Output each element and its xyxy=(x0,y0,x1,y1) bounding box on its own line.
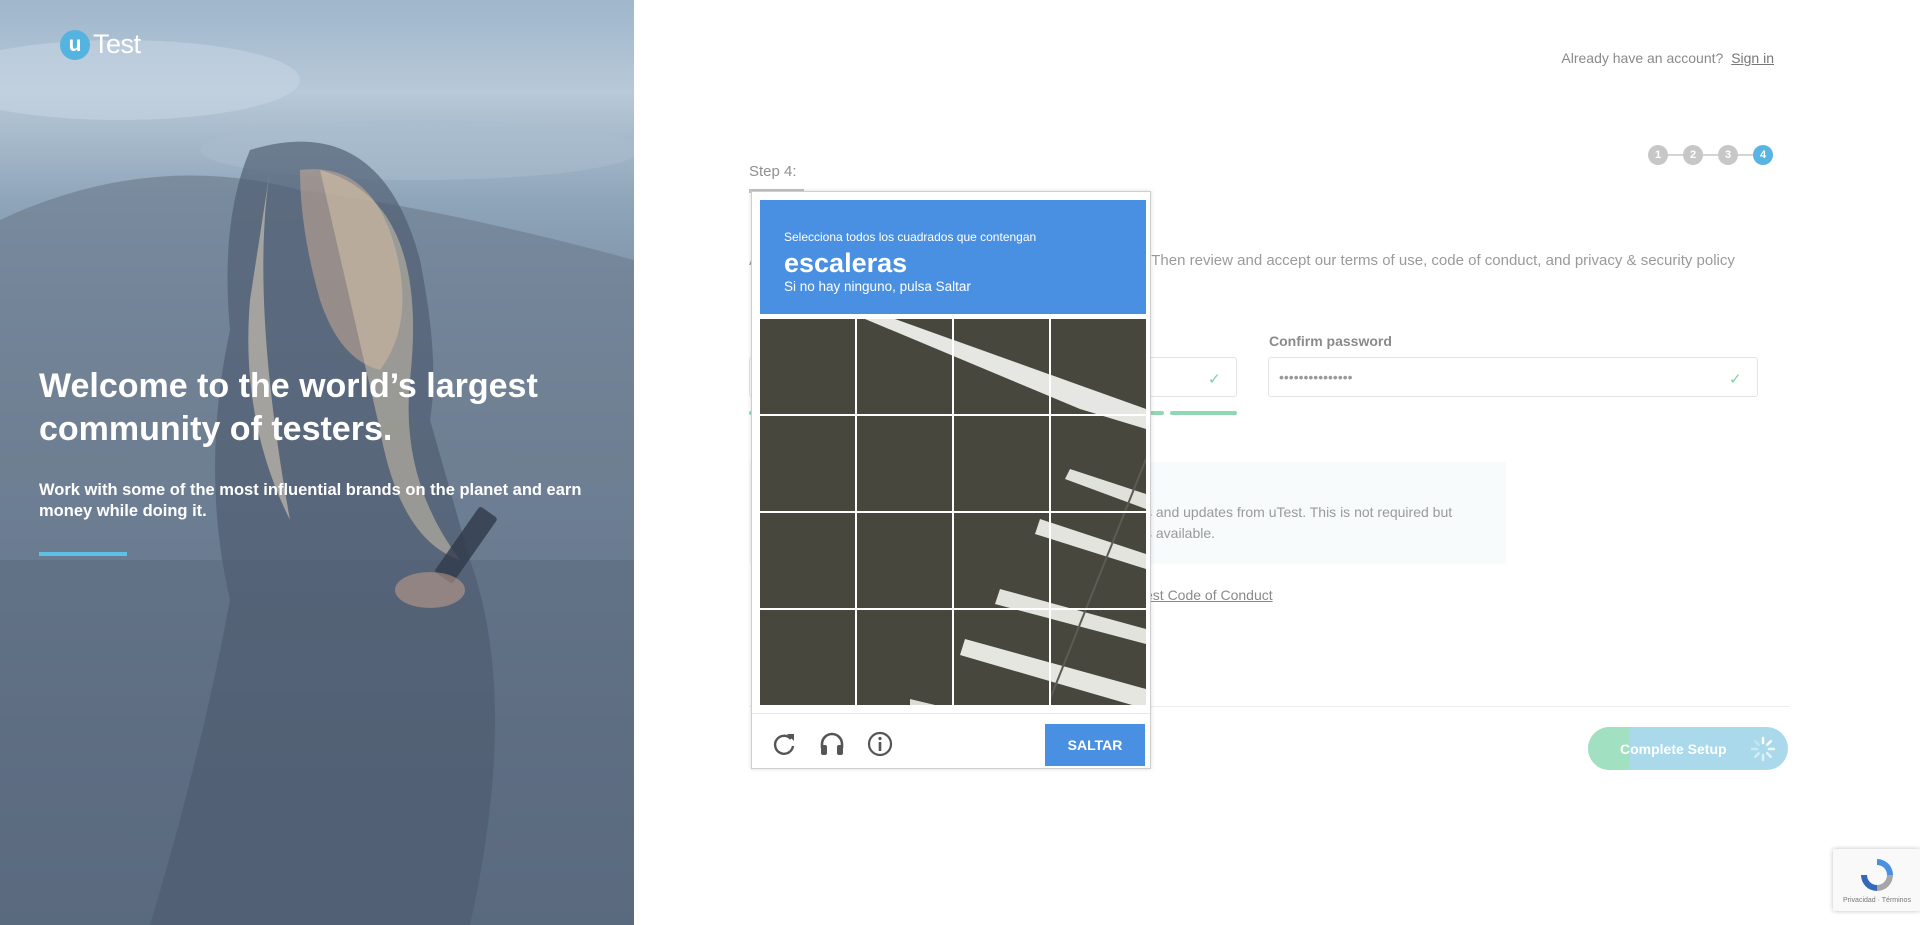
captcha-photo xyxy=(857,610,952,705)
step-connector xyxy=(1738,154,1753,156)
captcha-photo xyxy=(954,319,1049,414)
captcha-tile[interactable] xyxy=(1051,513,1146,608)
newsletter-line-1: s and updates from uTest. This is not re… xyxy=(1145,504,1453,520)
captcha-photo xyxy=(954,416,1049,511)
captcha-tile[interactable] xyxy=(760,513,855,608)
captcha-photo xyxy=(760,416,855,511)
newsletter-text: s and updates from uTest. This is not re… xyxy=(1145,502,1485,544)
skip-button[interactable]: SALTAR xyxy=(1045,724,1145,766)
captcha-footer: SALTAR xyxy=(752,713,1150,769)
step-indicator: 1 2 3 4 xyxy=(1648,145,1773,165)
step-4-active: 4 xyxy=(1753,145,1773,165)
step-3: 3 xyxy=(1718,145,1738,165)
captcha-image-grid xyxy=(760,319,1146,705)
captcha-tile[interactable] xyxy=(954,610,1049,705)
hero-title: Welcome to the world’s largest community… xyxy=(39,367,538,448)
hero-accent-line xyxy=(39,552,127,556)
password-valid-check-icon: ✓ xyxy=(1208,371,1221,388)
intro-end: Then review and accept our terms of use,… xyxy=(1151,252,1735,269)
captcha-photo xyxy=(1051,319,1146,414)
captcha-header: Selecciona todos los cuadrados que conte… xyxy=(760,200,1146,314)
recaptcha-badge[interactable]: Privacidad · Términos xyxy=(1833,849,1920,911)
logo-u-badge: u xyxy=(60,29,90,60)
step-connector xyxy=(1703,154,1718,156)
captcha-photo xyxy=(1051,610,1146,705)
captcha-tile[interactable] xyxy=(760,610,855,705)
account-question: Already have an account? xyxy=(1561,50,1724,66)
captcha-tile[interactable] xyxy=(857,416,952,511)
loading-spinner-icon xyxy=(1750,736,1776,762)
logo-text: Test xyxy=(93,29,141,59)
captcha-tile[interactable] xyxy=(954,416,1049,511)
captcha-photo xyxy=(954,610,1049,705)
captcha-photo xyxy=(857,513,952,608)
captcha-photo xyxy=(760,513,855,608)
captcha-photo xyxy=(760,319,855,414)
captcha-photo xyxy=(857,319,952,414)
confirm-password-value: ••••••••••••••• xyxy=(1279,369,1353,385)
captcha-photo xyxy=(760,610,855,705)
utest-logo[interactable]: u Test xyxy=(60,29,141,60)
recaptcha-logo-icon xyxy=(1861,859,1893,891)
reload-icon[interactable] xyxy=(770,730,798,758)
captcha-tile[interactable] xyxy=(1051,416,1146,511)
captcha-tile[interactable] xyxy=(760,319,855,414)
captcha-instruction: Selecciona todos los cuadrados que conte… xyxy=(784,230,1037,244)
signin-prompt: Already have an account? Sign in xyxy=(1561,50,1774,66)
captcha-tile[interactable] xyxy=(1051,610,1146,705)
audio-headphones-icon[interactable] xyxy=(818,730,846,758)
captcha-photo xyxy=(954,513,1049,608)
step-2: 2 xyxy=(1683,145,1703,165)
captcha-tile[interactable] xyxy=(954,319,1049,414)
newsletter-line-2: s available. xyxy=(1145,525,1216,541)
info-icon[interactable] xyxy=(866,730,894,758)
captcha-photo xyxy=(1051,513,1146,608)
hero-panel: u Test Welcome to the world’s largest co… xyxy=(0,0,634,925)
code-of-conduct-link[interactable]: est Code of Conduct xyxy=(1145,587,1273,603)
step-label: Step 4: xyxy=(749,163,797,180)
confirm-password-label: Confirm password xyxy=(1269,333,1392,349)
recaptcha-challenge: Selecciona todos los cuadrados que conte… xyxy=(751,191,1151,769)
captcha-tile[interactable] xyxy=(857,513,952,608)
step-1: 1 xyxy=(1648,145,1668,165)
signin-link[interactable]: Sign in xyxy=(1731,50,1774,66)
captcha-tile[interactable] xyxy=(1051,319,1146,414)
captcha-photo xyxy=(857,416,952,511)
complete-setup-label: Complete Setup xyxy=(1620,740,1727,757)
captcha-target: escaleras xyxy=(784,248,908,278)
recaptcha-legal: Privacidad · Términos xyxy=(1843,897,1911,904)
complete-setup-button[interactable]: Complete Setup xyxy=(1588,727,1788,770)
password-strength-segment xyxy=(1170,411,1237,415)
confirm-valid-check-icon: ✓ xyxy=(1729,371,1742,388)
captcha-tile[interactable] xyxy=(760,416,855,511)
captcha-hint: Si no hay ninguno, pulsa Saltar xyxy=(784,279,971,294)
captcha-tile[interactable] xyxy=(954,513,1049,608)
captcha-tile[interactable] xyxy=(857,610,952,705)
captcha-photo xyxy=(1051,416,1146,511)
confirm-password-field[interactable]: ••••••••••••••• xyxy=(1268,357,1758,397)
hero-background-image xyxy=(0,40,634,925)
hero-subtitle: Work with some of the most influential b… xyxy=(39,481,582,520)
captcha-tile[interactable] xyxy=(857,319,952,414)
step-connector xyxy=(1668,154,1683,156)
